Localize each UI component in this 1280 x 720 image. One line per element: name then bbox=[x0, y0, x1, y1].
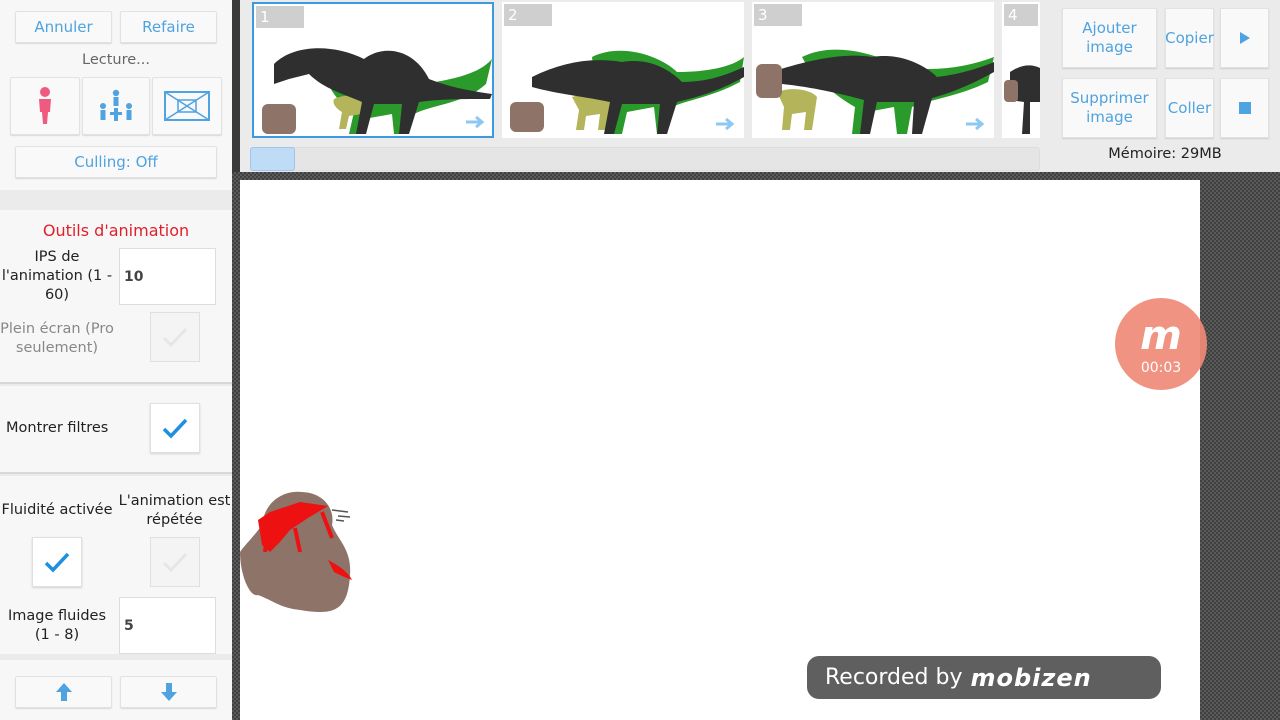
checkmark-icon bbox=[44, 552, 70, 573]
recorded-by-text: Recorded by bbox=[825, 665, 963, 690]
recorder-logo-icon: m bbox=[1140, 313, 1182, 359]
stop-icon bbox=[1238, 102, 1251, 114]
play-label: Lecture... bbox=[82, 52, 150, 68]
add-frame-button[interactable]: Ajouter image bbox=[1062, 8, 1157, 68]
frame-thumbnail[interactable]: 4 bbox=[1002, 2, 1040, 138]
show-filters-label: Montrer filtres bbox=[6, 420, 109, 436]
smoothing-label: Fluidité activée bbox=[1, 502, 113, 518]
drawing-canvas[interactable] bbox=[240, 180, 1200, 720]
left-panel: Annuler Refaire Lecture... Culling: Off … bbox=[0, 0, 232, 720]
move-up-button[interactable] bbox=[15, 676, 112, 708]
play-icon bbox=[1239, 32, 1250, 44]
checkmark-icon bbox=[162, 418, 188, 439]
brown-creature-figure[interactable] bbox=[240, 491, 352, 613]
animation-tools-title: Outils d'animation bbox=[42, 221, 190, 240]
screen-recorder-badge[interactable]: m 00:03 bbox=[1115, 298, 1207, 390]
undo-button[interactable]: Annuler bbox=[15, 11, 112, 43]
fullscreen-label: Plein écran (Pro seulement) bbox=[0, 321, 114, 356]
section-divider bbox=[0, 472, 232, 474]
smoothing-checkbox[interactable] bbox=[32, 537, 82, 587]
fullscreen-checkbox[interactable] bbox=[150, 312, 200, 362]
frame-strip-scroll-thumb[interactable] bbox=[250, 147, 295, 171]
frame-number: 1 bbox=[256, 6, 304, 28]
fps-label: IPS de l'animation (1 - 60) bbox=[1, 249, 113, 303]
frame-thumbnail[interactable]: 3 bbox=[752, 2, 994, 138]
memory-usage-label: Mémoire: 29MB bbox=[1108, 146, 1222, 162]
recorded-by-watermark: Recorded by mobizen bbox=[807, 656, 1161, 699]
checkmark-icon bbox=[162, 327, 188, 348]
multiple-figures-play-button[interactable] bbox=[82, 77, 150, 135]
smooth-frames-label: Image fluides (1 - 8) bbox=[7, 608, 107, 643]
recorder-timer: 00:03 bbox=[1140, 360, 1182, 376]
frame-number: 4 bbox=[1004, 4, 1038, 26]
section-divider bbox=[0, 382, 232, 384]
frame-number: 3 bbox=[754, 4, 802, 26]
mobizen-logo: mobizen bbox=[970, 663, 1092, 692]
fps-input[interactable]: 10 bbox=[119, 248, 216, 305]
stop-button[interactable] bbox=[1220, 78, 1269, 138]
loop-checkbox[interactable] bbox=[150, 537, 200, 587]
play-button[interactable] bbox=[1220, 8, 1269, 68]
delete-frame-button[interactable]: Supprimer image bbox=[1062, 78, 1157, 138]
smooth-frames-input[interactable]: 5 bbox=[119, 597, 216, 654]
group-figures-icon bbox=[100, 89, 132, 121]
frame-number: 2 bbox=[504, 4, 552, 26]
frame-strip-scrollbar[interactable] bbox=[250, 147, 1040, 171]
arrow-up-icon bbox=[55, 683, 72, 701]
full-scene-play-button[interactable] bbox=[152, 77, 222, 135]
checkmark-icon bbox=[162, 552, 188, 573]
culling-toggle-button[interactable]: Culling: Off bbox=[15, 146, 217, 178]
copy-button[interactable]: Copier bbox=[1165, 8, 1214, 68]
figure-icon bbox=[39, 87, 51, 124]
canvas-figure bbox=[240, 491, 352, 613]
move-down-button[interactable] bbox=[120, 676, 217, 708]
show-filters-checkbox[interactable] bbox=[150, 403, 200, 453]
frame-thumbnail[interactable]: 1 bbox=[252, 2, 494, 138]
arrow-down-icon bbox=[160, 683, 177, 701]
frame-thumbnail[interactable]: 2 bbox=[502, 2, 744, 138]
scene-frame-icon bbox=[164, 91, 210, 121]
single-figure-play-button[interactable] bbox=[10, 77, 80, 135]
paste-button[interactable]: Coller bbox=[1165, 78, 1214, 138]
loop-label: L'animation est répétée bbox=[118, 493, 231, 528]
redo-button[interactable]: Refaire bbox=[120, 11, 217, 43]
